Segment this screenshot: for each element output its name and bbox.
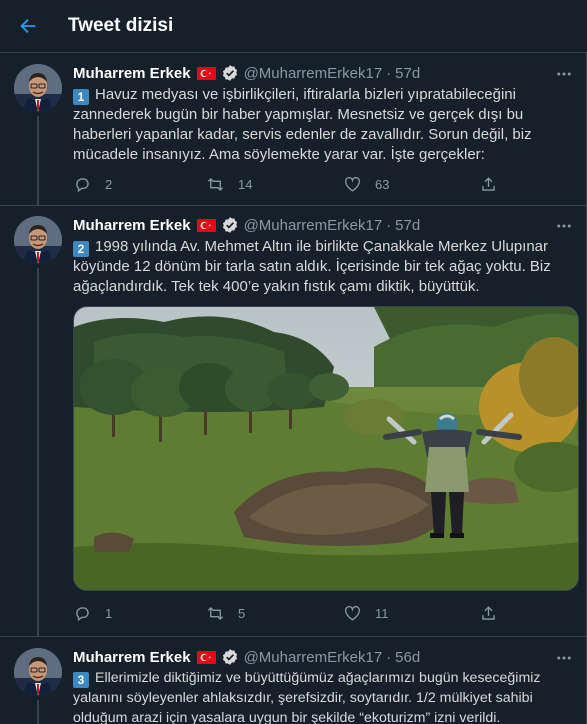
page-title: Tweet dizisi <box>68 15 174 36</box>
tweet-header: Muharrem Erkek @MuharremErkek17 · 56d <box>73 647 420 667</box>
tweet[interactable]: Muharrem Erkek @MuharremErkek17 · 57d 1H… <box>0 54 586 206</box>
keycap-number: 1 <box>73 89 89 105</box>
separator-dot: · <box>386 64 392 82</box>
avatar[interactable] <box>14 648 62 696</box>
turkish-flag-icon <box>196 66 216 80</box>
author-name[interactable]: Muharrem Erkek <box>73 217 191 234</box>
more-horizontal-icon <box>557 224 571 228</box>
more-options-button[interactable] <box>554 64 574 84</box>
like-button[interactable]: 11 <box>343 603 389 623</box>
turkish-flag-icon <box>196 218 216 232</box>
tweet-actions: 1 5 11 <box>73 603 503 623</box>
like-button[interactable]: 63 <box>343 174 389 194</box>
reply-count: 2 <box>105 176 113 192</box>
heart-icon <box>345 605 360 621</box>
verified-badge-icon <box>221 64 239 82</box>
back-button[interactable] <box>8 6 48 46</box>
verified-badge-icon <box>221 216 239 234</box>
share-icon <box>482 605 495 620</box>
reply-count: 1 <box>105 605 113 621</box>
reply-button[interactable]: 1 <box>73 603 112 623</box>
tweet-body: Ellerimizle diktiğimiz ve büyüttüğümüz a… <box>73 670 541 724</box>
reply-icon <box>76 177 89 192</box>
retweet-icon <box>207 606 224 620</box>
retweet-count: 5 <box>238 605 246 621</box>
avatar[interactable] <box>14 64 62 112</box>
top-bar: Tweet dizisi <box>0 0 587 53</box>
retweet-count: 14 <box>238 176 253 192</box>
retweet-button[interactable]: 14 <box>206 174 252 194</box>
thread-line <box>37 268 39 637</box>
author-name[interactable]: Muharrem Erkek <box>73 65 191 82</box>
like-count: 11 <box>375 605 389 621</box>
avatar[interactable] <box>14 216 62 264</box>
arrow-left-icon <box>20 18 36 34</box>
reply-icon <box>76 606 89 621</box>
separator-dot: · <box>386 648 392 666</box>
heart-icon <box>345 176 360 192</box>
keycap-number: 2 <box>73 241 89 257</box>
thread-line <box>37 700 39 724</box>
author-name[interactable]: Muharrem Erkek <box>73 649 191 666</box>
tweet-photo[interactable] <box>73 306 579 591</box>
tweet-text: 2 1998 yılında Av. Mehmet Altın ile birli… <box>73 237 578 297</box>
turkish-flag-icon <box>196 650 216 664</box>
tweet-time[interactable]: 56d <box>395 649 420 666</box>
author-handle[interactable]: @MuharremErkek17 <box>244 649 383 666</box>
more-horizontal-icon <box>557 72 571 76</box>
author-handle[interactable]: @MuharremErkek17 <box>244 65 383 82</box>
tweet-time[interactable]: 57d <box>395 65 420 82</box>
tweet-time[interactable]: 57d <box>395 217 420 234</box>
tweet-body: Havuz medyası ve işbirlikçileri, iftiral… <box>73 86 532 163</box>
author-handle[interactable]: @MuharremErkek17 <box>244 217 383 234</box>
tweet-header: Muharrem Erkek @MuharremErkek17 · 57d <box>73 63 420 83</box>
tweet-text: 3 Ellerimizle diktiğimiz ve büyüttüğümüz … <box>73 668 578 724</box>
tweet[interactable]: Muharrem Erkek @MuharremErkek17 · 56d 3E… <box>0 638 586 724</box>
tweet-body: 1998 yılında Av. Mehmet Altın ile birlik… <box>73 238 551 295</box>
thread-line <box>37 116 39 206</box>
retweet-icon <box>207 177 224 191</box>
share-icon <box>482 176 495 191</box>
share-button[interactable] <box>479 174 498 194</box>
tweet-actions: 2 14 63 <box>73 174 503 194</box>
tweet-text: 1 Havuz medyası ve işbirlikçileri, iftira… <box>73 85 578 165</box>
retweet-button[interactable]: 5 <box>206 603 245 623</box>
more-options-button[interactable] <box>554 216 574 236</box>
more-horizontal-icon <box>557 656 571 660</box>
more-options-button[interactable] <box>554 648 574 668</box>
reply-button[interactable]: 2 <box>73 174 112 194</box>
share-button[interactable] <box>479 603 498 623</box>
separator-dot: · <box>386 216 392 234</box>
keycap-number: 3 <box>73 672 89 688</box>
like-count: 63 <box>375 176 390 192</box>
verified-badge-icon <box>221 648 239 666</box>
tweet-header: Muharrem Erkek @MuharremErkek17 · 57d <box>73 215 420 235</box>
